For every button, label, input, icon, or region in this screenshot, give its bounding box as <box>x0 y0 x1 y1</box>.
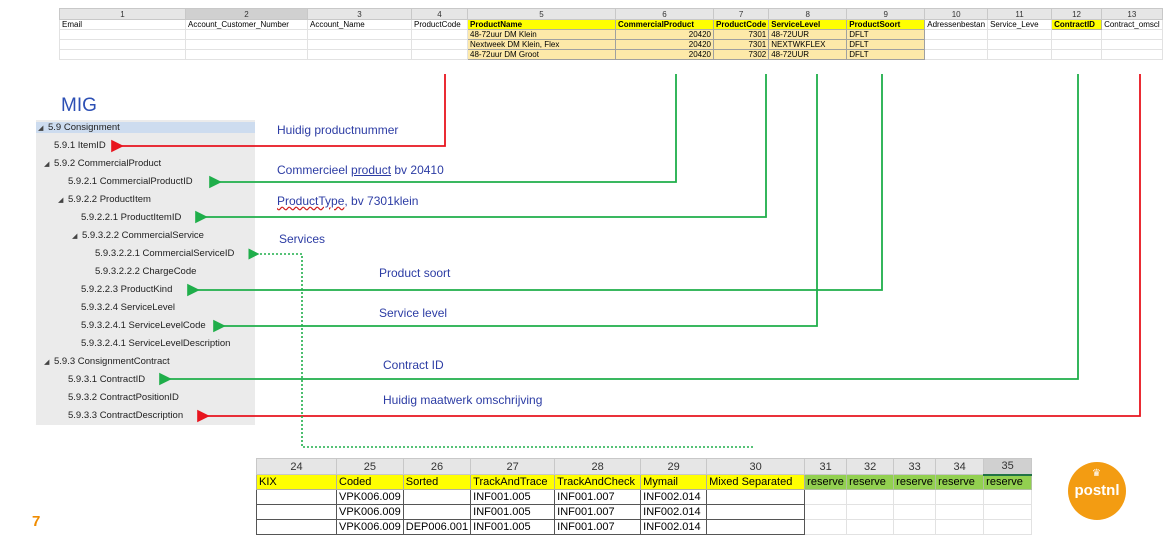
col-number-cell[interactable]: 35 <box>983 458 1033 476</box>
data-cell[interactable] <box>935 519 985 535</box>
header-cell-track-and-check[interactable]: TrackAndCheck <box>554 474 642 490</box>
col-number-cell[interactable]: 30 <box>706 458 806 475</box>
data-cell[interactable]: INF001.005 <box>470 504 556 520</box>
header-cell-reserve[interactable]: reserve <box>983 474 1033 490</box>
data-cell[interactable]: INF001.007 <box>554 519 642 535</box>
data-cell[interactable] <box>706 519 806 535</box>
data-cell[interactable] <box>706 504 806 520</box>
data-cell[interactable] <box>983 519 1033 535</box>
col-number-cell[interactable]: 29 <box>640 458 708 475</box>
col-number-cell[interactable]: 27 <box>470 458 556 475</box>
col-number-cell[interactable]: 32 <box>846 458 895 475</box>
col-number-cell[interactable]: 28 <box>554 458 642 475</box>
postnl-logo: ♛ postnl <box>1068 462 1126 520</box>
data-cell[interactable]: VPK006.009 <box>336 519 404 535</box>
header-cell-mixed-separated[interactable]: Mixed Separated <box>706 474 806 490</box>
data-cell[interactable] <box>804 519 848 535</box>
bottom-spreadsheet: 24 25 26 27 28 29 30 31 32 33 34 35 KIX … <box>256 458 1033 535</box>
bottom-header-row: KIX Coded Sorted TrackAndTrace TrackAndC… <box>256 474 1033 490</box>
dotted-arrow-services-to-commercialserviceid <box>248 248 753 448</box>
data-cell[interactable] <box>804 489 848 505</box>
col-number-cell[interactable]: 31 <box>804 458 848 475</box>
data-cell[interactable] <box>706 489 806 505</box>
col-number-cell[interactable]: 25 <box>336 458 404 475</box>
data-cell[interactable] <box>846 519 895 535</box>
data-cell[interactable]: INF001.005 <box>470 519 556 535</box>
data-cell[interactable] <box>935 504 985 520</box>
data-cell[interactable] <box>893 519 937 535</box>
slide-page-number: 7 <box>32 513 41 530</box>
col-number-cell[interactable]: 24 <box>256 458 337 475</box>
header-cell-mymail[interactable]: Mymail <box>640 474 708 490</box>
data-cell[interactable]: INF002.014 <box>640 504 708 520</box>
header-cell-reserve[interactable]: reserve <box>846 474 895 490</box>
data-cell[interactable]: INF001.007 <box>554 504 642 520</box>
data-cell[interactable] <box>893 504 937 520</box>
data-cell[interactable]: INF001.007 <box>554 489 642 505</box>
header-cell-coded[interactable]: Coded <box>336 474 404 490</box>
arrow-contractid-to-contractid <box>159 74 1079 386</box>
arrow-servicelevel-to-servicelevelcode <box>213 74 818 333</box>
data-cell[interactable]: DEP006.001 <box>402 519 472 535</box>
data-cell[interactable] <box>256 489 337 505</box>
data-cell[interactable] <box>983 489 1033 505</box>
data-cell[interactable]: INF002.014 <box>640 519 708 535</box>
data-cell[interactable] <box>893 489 937 505</box>
col-number-cell[interactable]: 26 <box>402 458 472 475</box>
data-cell[interactable] <box>256 504 337 520</box>
bottom-column-number-row: 24 25 26 27 28 29 30 31 32 33 34 35 <box>256 458 1033 476</box>
data-cell[interactable] <box>402 504 472 520</box>
data-cell[interactable] <box>983 504 1033 520</box>
arrow-commercialproduct-to-commercialproductid <box>209 74 677 189</box>
bottom-data-row: VPK006.009 INF001.005 INF001.007 INF002.… <box>256 504 1033 520</box>
postnl-logo-text: postnl <box>1074 482 1120 499</box>
data-cell[interactable] <box>402 489 472 505</box>
arrow-productcode-to-itemid <box>111 74 446 153</box>
arrow-contract-omschrijving-to-contractdescription <box>197 74 1141 423</box>
data-cell[interactable]: INF001.005 <box>470 489 556 505</box>
crown-icon: ♛ <box>1092 468 1101 479</box>
data-cell[interactable] <box>846 504 895 520</box>
data-cell[interactable]: INF002.014 <box>640 489 708 505</box>
header-cell-kix[interactable]: KIX <box>256 474 337 490</box>
header-cell-sorted[interactable]: Sorted <box>402 474 472 490</box>
header-cell-reserve[interactable]: reserve <box>804 474 848 490</box>
header-cell-reserve[interactable]: reserve <box>935 474 985 490</box>
header-cell-reserve[interactable]: reserve <box>893 474 937 490</box>
bottom-data-row: VPK006.009 INF001.005 INF001.007 INF002.… <box>256 489 1033 505</box>
data-cell[interactable] <box>256 519 337 535</box>
data-cell[interactable] <box>935 489 985 505</box>
col-number-cell[interactable]: 33 <box>893 458 937 475</box>
col-number-cell[interactable]: 34 <box>935 458 985 475</box>
data-cell[interactable]: VPK006.009 <box>336 504 404 520</box>
data-cell[interactable] <box>846 489 895 505</box>
header-cell-track-and-trace[interactable]: TrackAndTrace <box>470 474 556 490</box>
bottom-data-row: VPK006.009 DEP006.001 INF001.005 INF001.… <box>256 519 1033 535</box>
data-cell[interactable] <box>804 504 848 520</box>
data-cell[interactable]: VPK006.009 <box>336 489 404 505</box>
